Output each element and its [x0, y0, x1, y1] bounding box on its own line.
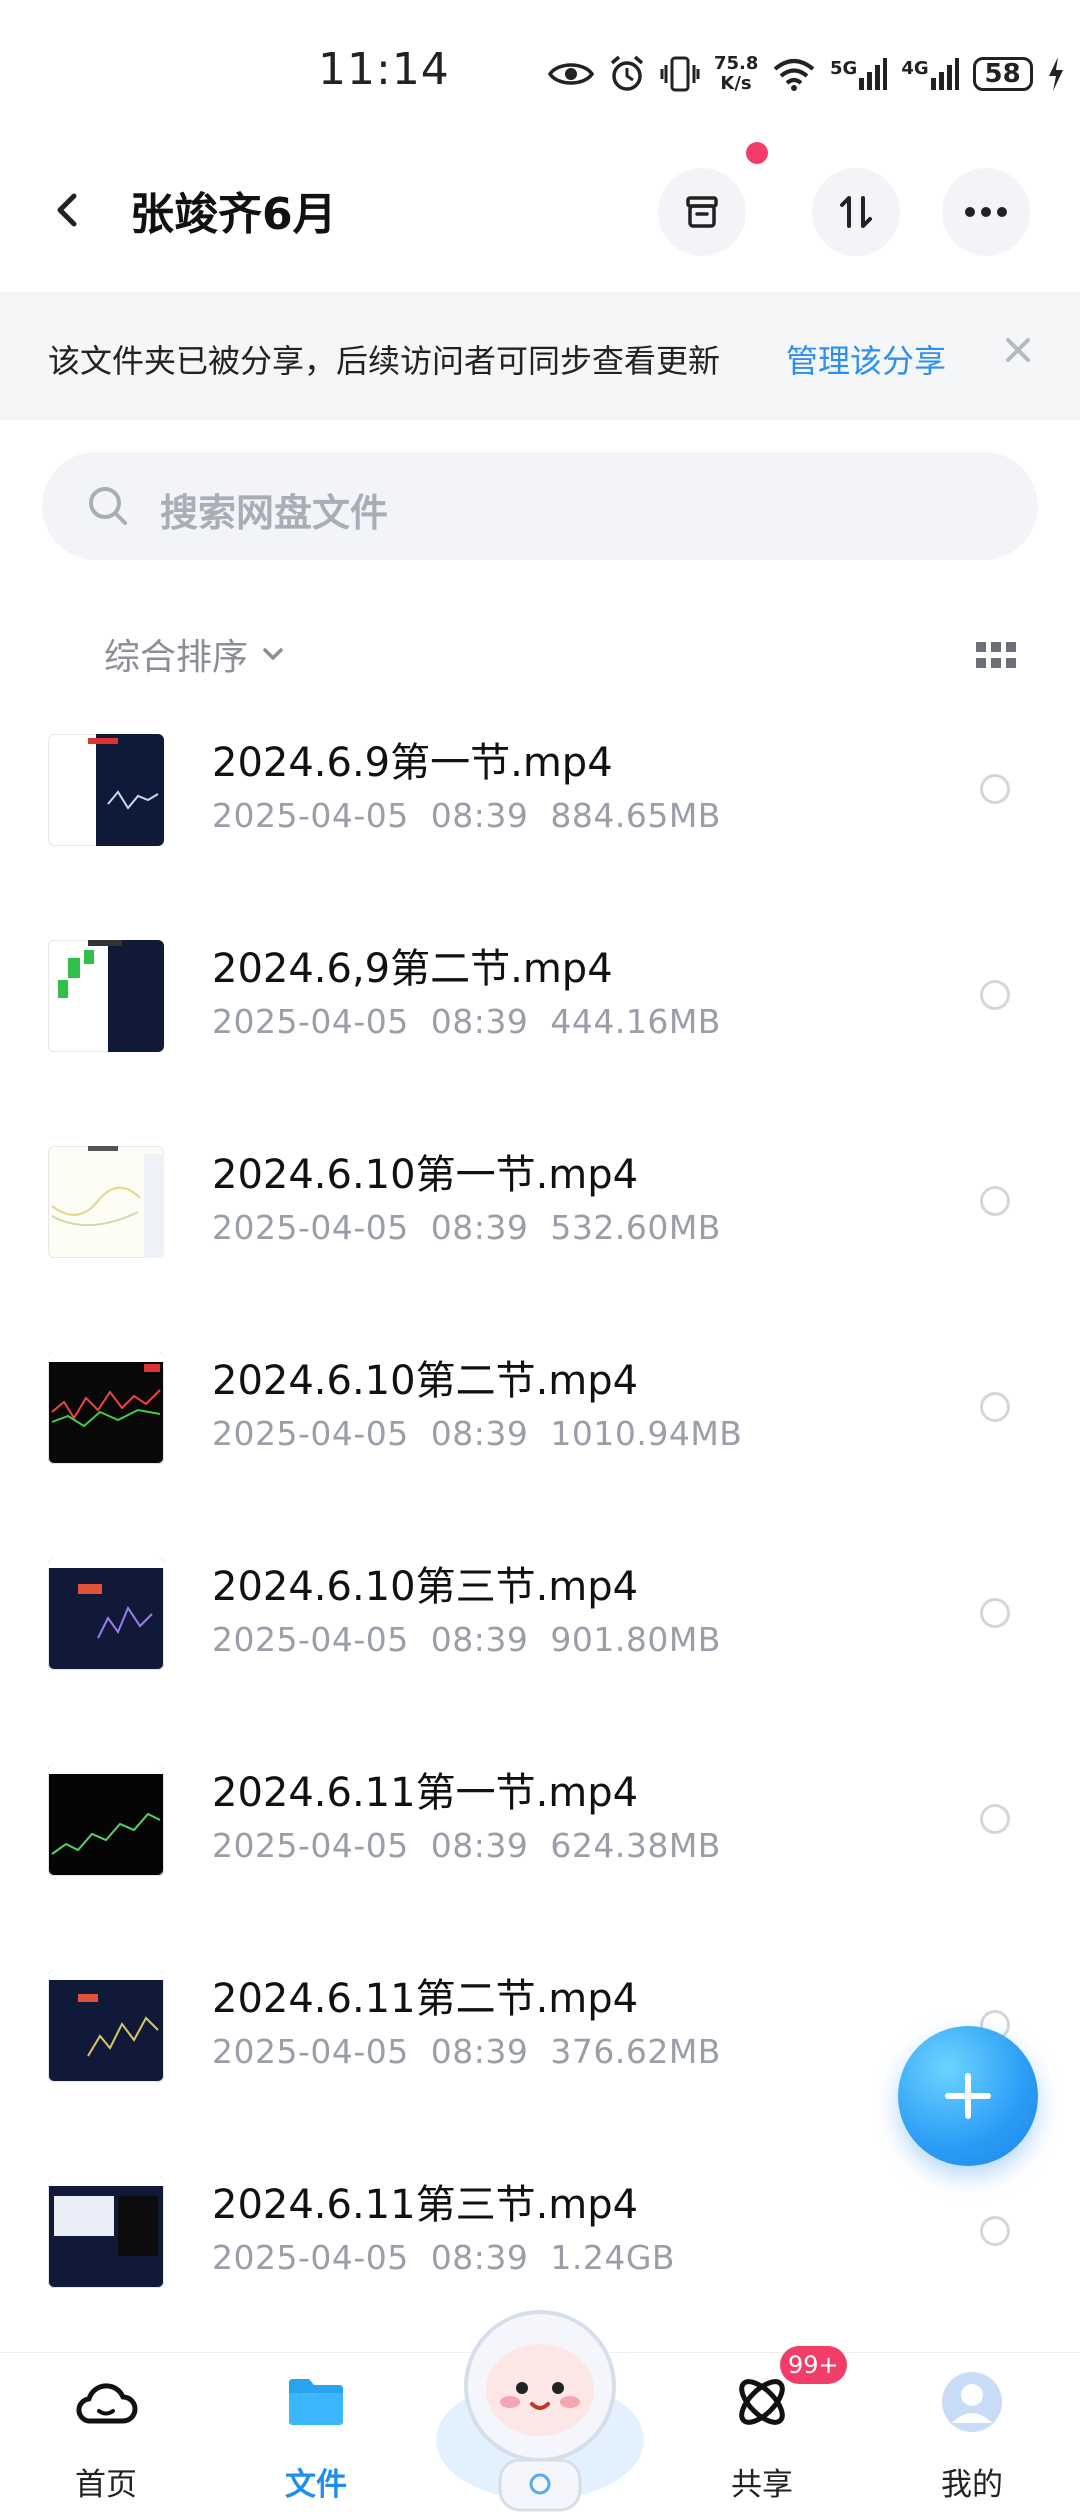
- status-bar: 11:14 75.8 K/s 5G 4G 58: [0, 0, 1080, 140]
- select-radio[interactable]: [980, 1598, 1010, 1628]
- wifi-icon: [773, 59, 815, 91]
- sort-label: 综合排序: [104, 637, 249, 678]
- video-thumbnail: [48, 1352, 164, 1464]
- video-thumbnail: [48, 940, 164, 1052]
- astronaut-mascot-icon: [436, 2310, 644, 2512]
- mascot-assistant[interactable]: [430, 2290, 650, 2514]
- notification-dot: [746, 142, 768, 164]
- transfer-arrows-icon: [840, 196, 872, 228]
- nav-files-label: 文件: [285, 2467, 347, 2503]
- file-row[interactable]: 2024.6,9第二节.mp4 2025-04-05 08:39 444.16M…: [0, 906, 1080, 1112]
- search-icon: [89, 487, 127, 525]
- close-icon: [1006, 338, 1030, 362]
- file-meta: 2025-04-05 08:39 444.16MB: [212, 1002, 721, 1041]
- nav-home-label: 首页: [75, 2467, 137, 2503]
- back-arrow-icon: [57, 193, 77, 227]
- nav-mine[interactable]: 我的: [892, 2353, 1052, 2515]
- file-meta: 2025-04-05 08:39 532.60MB: [212, 1208, 721, 1247]
- select-radio[interactable]: [980, 1392, 1010, 1422]
- file-meta: 2025-04-05 08:39 376.62MB: [212, 2032, 721, 2071]
- file-meta: 2025-04-05 08:39 884.65MB: [212, 796, 721, 835]
- more-dots-icon: [965, 207, 1007, 217]
- archive-icon: [686, 196, 718, 228]
- file-name: 2024.6.11第一节.mp4: [212, 1770, 639, 1816]
- vibrate-icon: [660, 56, 700, 92]
- avatar-icon: [942, 2372, 1002, 2432]
- video-thumbnail: [48, 734, 164, 846]
- chevron-down-icon: [263, 648, 283, 660]
- share-banner-text: 该文件夹已被分享，后续访问者可同步查看更新: [48, 342, 721, 380]
- signal-bars-icon: [859, 58, 888, 90]
- grid-view-icon[interactable]: [976, 640, 1016, 670]
- select-radio[interactable]: [980, 1804, 1010, 1834]
- video-thumbnail: [48, 1146, 164, 1258]
- close-banner-button[interactable]: [1000, 332, 1036, 368]
- file-row[interactable]: 2024.6.10第三节.mp4 2025-04-05 08:39 901.80…: [0, 1524, 1080, 1730]
- file-meta: 2025-04-05 08:39 1010.94MB: [212, 1414, 743, 1453]
- signal-4g: 4G: [901, 58, 959, 90]
- plus-icon: [945, 2073, 991, 2119]
- eye-icon: [548, 63, 594, 85]
- select-radio[interactable]: [980, 774, 1010, 804]
- nav-files[interactable]: 文件: [236, 2353, 396, 2515]
- file-meta: 2025-04-05 08:39 1.24GB: [212, 2238, 676, 2277]
- file-row[interactable]: 2024.6.10第一节.mp4 2025-04-05 08:39 532.60…: [0, 1112, 1080, 1318]
- select-radio[interactable]: [980, 980, 1010, 1010]
- battery-indicator: 58: [972, 57, 1033, 91]
- archive-button[interactable]: [658, 168, 746, 256]
- file-row[interactable]: 2024.6.10第二节.mp4 2025-04-05 08:39 1010.9…: [0, 1318, 1080, 1524]
- file-name: 2024.6.10第三节.mp4: [212, 1564, 639, 1610]
- share-badge: 99+: [780, 2346, 847, 2384]
- signal-bars-icon: [930, 58, 959, 90]
- status-icons: 75.8 K/s 5G 4G 58: [548, 46, 1065, 102]
- sort-dropdown[interactable]: 综合排序: [104, 628, 284, 680]
- app-header: 张竣齐6月: [0, 140, 1080, 290]
- back-button[interactable]: [40, 180, 100, 240]
- charging-icon: [1048, 57, 1063, 91]
- file-row[interactable]: 2024.6.11第一节.mp4 2025-04-05 08:39 624.38…: [0, 1730, 1080, 1936]
- folder-icon: [289, 2379, 343, 2425]
- nav-share-label: 共享: [731, 2467, 793, 2503]
- alarm-icon: [610, 55, 644, 91]
- file-name: 2024.6.10第二节.mp4: [212, 1358, 639, 1404]
- search-input[interactable]: 搜索网盘文件: [42, 452, 1038, 560]
- page-title: 张竣齐6月: [130, 189, 337, 240]
- nav-mine-label: 我的: [941, 2467, 1003, 2503]
- video-thumbnail: [48, 1764, 164, 1876]
- select-radio[interactable]: [980, 2216, 1010, 2246]
- cloud-home-icon: [76, 2383, 138, 2424]
- status-time: 11:14: [318, 44, 450, 95]
- more-button[interactable]: [942, 168, 1030, 256]
- transfer-button[interactable]: [812, 168, 900, 256]
- file-meta: 2025-04-05 08:39 624.38MB: [212, 1826, 721, 1865]
- file-name: 2024.6,9第二节.mp4: [212, 946, 613, 992]
- file-name: 2024.6.11第二节.mp4: [212, 1976, 639, 2022]
- file-meta: 2025-04-05 08:39 901.80MB: [212, 1620, 721, 1659]
- file-row[interactable]: 2024.6.9第一节.mp4 2025-04-05 08:39 884.65M…: [0, 700, 1080, 906]
- video-thumbnail: [48, 1970, 164, 2082]
- file-name: 2024.6.10第一节.mp4: [212, 1152, 639, 1198]
- file-name: 2024.6.11第三节.mp4: [212, 2182, 639, 2228]
- select-radio[interactable]: [980, 1186, 1010, 1216]
- share-banner: 该文件夹已被分享，后续访问者可同步查看更新 管理该分享: [0, 292, 1080, 420]
- video-thumbnail: [48, 1558, 164, 1670]
- video-thumbnail: [48, 2176, 164, 2288]
- net-speed: 75.8 K/s: [714, 53, 759, 94]
- search-placeholder: 搜索网盘文件: [160, 491, 389, 535]
- add-button[interactable]: [898, 2026, 1038, 2166]
- manage-share-link[interactable]: 管理该分享: [786, 336, 946, 382]
- file-name: 2024.6.9第一节.mp4: [212, 740, 613, 786]
- signal-5g: 5G: [830, 58, 888, 90]
- nav-home[interactable]: 首页: [26, 2353, 186, 2515]
